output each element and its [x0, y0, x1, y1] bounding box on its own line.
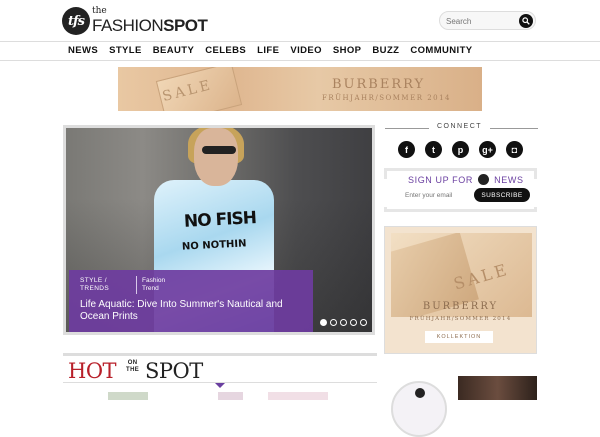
tfs-badge-icon: [478, 174, 490, 185]
caption-divider: [136, 276, 137, 294]
search-input[interactable]: [446, 14, 518, 28]
section-pointer-icon: [215, 383, 225, 388]
nav-item-life[interactable]: LIFE: [257, 45, 279, 56]
google-plus-icon[interactable]: g+: [479, 141, 496, 158]
nav-item-buzz[interactable]: BUZZ: [372, 45, 399, 56]
banner-brand: BURBERRY: [332, 77, 426, 92]
thumbnail[interactable]: [268, 392, 328, 400]
site-header: tfs the FASHIONSPOT: [0, 0, 600, 42]
thumbnail[interactable]: [108, 392, 148, 400]
featured-caption[interactable]: STYLE / TRENDS Fashion Trend Life Aquati…: [69, 270, 313, 332]
hot-on-the-spot-header: HOT ON THE SPOT: [63, 353, 377, 383]
search-icon: [522, 17, 530, 25]
nav-item-video[interactable]: VIDEO: [290, 45, 322, 56]
outfit-print-text: NO FISH: [183, 208, 257, 232]
logo-mark: tfs: [62, 7, 90, 35]
sidebar-ad-season: FRÜHJAHR/SOMMER 2014: [409, 316, 512, 322]
slider-dot[interactable]: [360, 319, 367, 326]
caption-category[interactable]: STYLE / TRENDS: [80, 277, 109, 293]
sidebar-ad-brand: BURBERRY: [422, 301, 499, 312]
instagram-icon[interactable]: ◘: [506, 141, 523, 158]
on-the-word: ON THE: [126, 360, 140, 373]
slider-dot[interactable]: [350, 319, 357, 326]
email-field[interactable]: [398, 188, 476, 202]
site-logo[interactable]: tfs the FASHIONSPOT: [62, 6, 214, 36]
model-sunglasses: [202, 146, 236, 154]
connect-title: CONNECT: [436, 123, 483, 130]
slider-dot[interactable]: [330, 319, 337, 326]
caption-title[interactable]: Life Aquatic: Dive Into Summer's Nautica…: [80, 299, 310, 323]
slider-dot[interactable]: [320, 319, 327, 326]
signup-title: SIGN UP FOR NEWS: [408, 174, 524, 185]
social-links: f t p g+ ◘: [398, 141, 533, 158]
facebook-icon[interactable]: f: [398, 141, 415, 158]
hot-thumbnails: [63, 392, 377, 400]
nav-item-community[interactable]: COMMUNITY: [410, 45, 472, 56]
pinterest-icon[interactable]: p: [452, 141, 469, 158]
sidebar-avatar-badge[interactable]: [391, 381, 447, 437]
main-nav: NEWS STYLE BEAUTY CELEBS LIFE VIDEO SHOP…: [0, 42, 600, 61]
thumbnail[interactable]: [218, 392, 243, 400]
signup-title-after: NEWS: [494, 175, 524, 185]
model-head: [194, 128, 238, 186]
caption-tag[interactable]: Fashion Trend: [142, 277, 165, 293]
logo-wordmark: the FASHIONSPOT: [92, 6, 214, 36]
slider-dots: [320, 319, 370, 326]
logo-name: FASHIONSPOT: [92, 16, 208, 36]
twitter-icon[interactable]: t: [425, 141, 442, 158]
spot-word: SPOT: [145, 359, 203, 383]
banner-season: FRÜHJAHR/SOMMER 2014: [322, 94, 452, 102]
featured-slider[interactable]: NO FISH NO NOTHIN STYLE / TRENDS Fashion…: [63, 125, 375, 335]
sidebar-ad[interactable]: SALE BURBERRY FRÜHJAHR/SOMMER 2014 KOLLE…: [384, 226, 537, 354]
nav-item-shop[interactable]: SHOP: [333, 45, 362, 56]
subscribe-button[interactable]: SUBSCRIBE: [474, 188, 530, 202]
slider-dot[interactable]: [340, 319, 347, 326]
email-form: SUBSCRIBE: [398, 188, 530, 202]
sidebar-photo[interactable]: [458, 376, 537, 400]
logo-the: the: [92, 6, 107, 16]
nav-item-style[interactable]: STYLE: [109, 45, 142, 56]
hot-word: HOT: [68, 359, 117, 383]
search-box: [439, 11, 536, 30]
signup-title-before: SIGN UP FOR: [408, 175, 473, 185]
nav-item-celebs[interactable]: CELEBS: [205, 45, 246, 56]
newsletter-signup: SIGN UP FOR NEWS SUBSCRIBE: [384, 168, 537, 212]
nav-item-beauty[interactable]: BEAUTY: [153, 45, 194, 56]
logo-name-part1: FASHION: [92, 16, 164, 35]
tfs-mark-icon: [415, 388, 425, 398]
top-banner-ad[interactable]: SALE BURBERRY FRÜHJAHR/SOMMER 2014: [118, 67, 482, 111]
search-button[interactable]: [519, 14, 533, 28]
nav-item-news[interactable]: NEWS: [68, 45, 98, 56]
kollektion-button[interactable]: KOLLEKTION: [425, 331, 493, 343]
logo-name-part2: SPOT: [163, 16, 208, 35]
